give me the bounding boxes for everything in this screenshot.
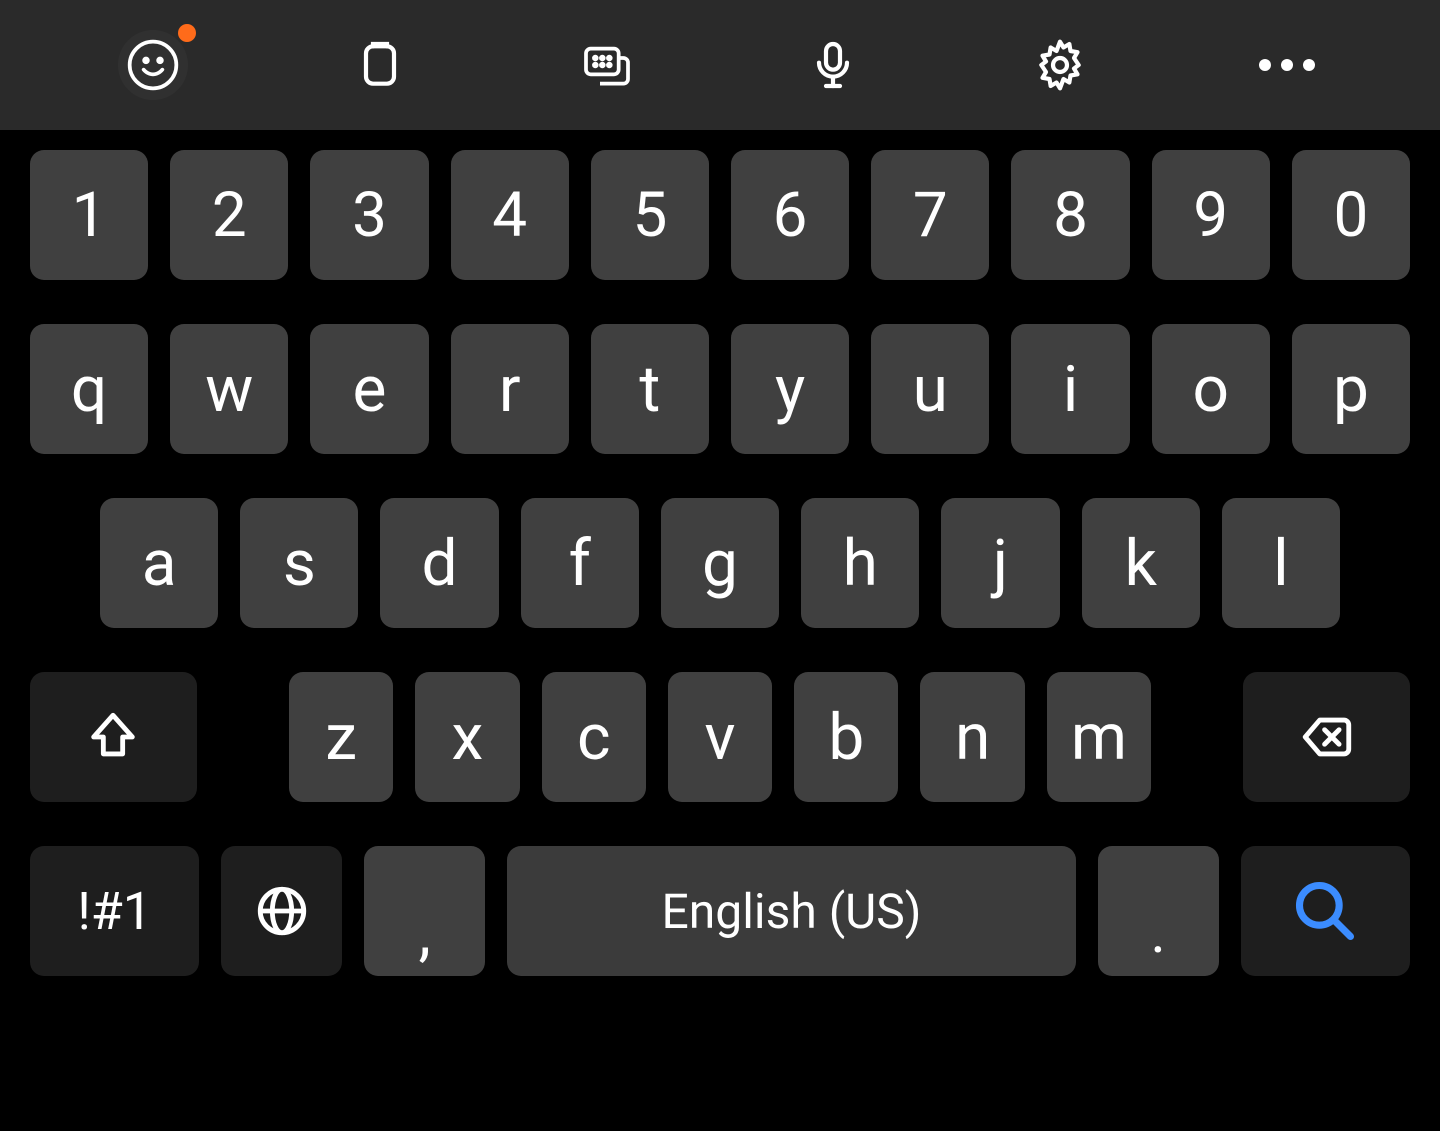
comma-key[interactable]: ,: [364, 846, 485, 976]
keyboard: 1 2 3 4 5 6 7 8 9 0 q w e r t y u i o p …: [0, 0, 1440, 1131]
key-1[interactable]: 1: [30, 150, 148, 280]
backspace-key[interactable]: [1243, 672, 1410, 802]
symbols-key[interactable]: !#1: [30, 846, 199, 976]
language-key[interactable]: [221, 846, 342, 976]
key-r[interactable]: r: [451, 324, 569, 454]
clipboard-icon: [352, 37, 408, 93]
key-f[interactable]: f: [521, 498, 639, 628]
emoji-button[interactable]: [118, 30, 188, 100]
key-n[interactable]: n: [920, 672, 1024, 802]
key-6[interactable]: 6: [731, 150, 849, 280]
keyboard-icon: [579, 37, 635, 93]
bottom-row: !#1 , English (US) .: [30, 846, 1410, 976]
qwerty-row: q w e r t y u i o p: [30, 324, 1410, 454]
key-e[interactable]: e: [310, 324, 428, 454]
key-t[interactable]: t: [591, 324, 709, 454]
key-v[interactable]: v: [668, 672, 772, 802]
voice-input-button[interactable]: [798, 30, 868, 100]
shift-key[interactable]: [30, 672, 197, 802]
key-a[interactable]: a: [100, 498, 218, 628]
keyboard-mode-button[interactable]: [572, 30, 642, 100]
key-w[interactable]: w: [170, 324, 288, 454]
key-9[interactable]: 9: [1152, 150, 1270, 280]
key-y[interactable]: y: [731, 324, 849, 454]
clipboard-button[interactable]: [345, 30, 415, 100]
key-0[interactable]: 0: [1292, 150, 1410, 280]
key-7[interactable]: 7: [871, 150, 989, 280]
backspace-icon: [1298, 708, 1356, 766]
gear-icon: [1032, 37, 1088, 93]
key-z[interactable]: z: [289, 672, 393, 802]
number-row: 1 2 3 4 5 6 7 8 9 0: [30, 150, 1410, 280]
key-l[interactable]: l: [1222, 498, 1340, 628]
globe-icon: [253, 882, 311, 940]
microphone-icon: [805, 37, 861, 93]
key-3[interactable]: 3: [310, 150, 428, 280]
zxcv-row: z x c v b n m: [30, 672, 1410, 802]
notification-dot-icon: [178, 24, 196, 42]
key-u[interactable]: u: [871, 324, 989, 454]
key-m[interactable]: m: [1047, 672, 1151, 802]
key-d[interactable]: d: [380, 498, 498, 628]
key-c[interactable]: c: [542, 672, 646, 802]
key-4[interactable]: 4: [451, 150, 569, 280]
key-2[interactable]: 2: [170, 150, 288, 280]
more-options-button[interactable]: [1252, 30, 1322, 100]
key-8[interactable]: 8: [1011, 150, 1129, 280]
key-q[interactable]: q: [30, 324, 148, 454]
asdf-row: a s d f g h j k l: [30, 498, 1410, 628]
period-key[interactable]: .: [1098, 846, 1219, 976]
key-x[interactable]: x: [415, 672, 519, 802]
search-icon: [1291, 877, 1359, 945]
smile-icon: [125, 37, 181, 93]
shift-icon: [84, 708, 142, 766]
key-k[interactable]: k: [1082, 498, 1200, 628]
key-p[interactable]: p: [1292, 324, 1410, 454]
settings-button[interactable]: [1025, 30, 1095, 100]
keys-area: 1 2 3 4 5 6 7 8 9 0 q w e r t y u i o p …: [0, 130, 1440, 1131]
more-horizontal-icon: [1259, 59, 1315, 71]
key-g[interactable]: g: [661, 498, 779, 628]
key-b[interactable]: b: [794, 672, 898, 802]
key-j[interactable]: j: [941, 498, 1059, 628]
key-s[interactable]: s: [240, 498, 358, 628]
space-key[interactable]: English (US): [507, 846, 1075, 976]
keyboard-toolbar: [0, 0, 1440, 130]
key-o[interactable]: o: [1152, 324, 1270, 454]
key-i[interactable]: i: [1011, 324, 1129, 454]
key-5[interactable]: 5: [591, 150, 709, 280]
search-key[interactable]: [1241, 846, 1410, 976]
key-h[interactable]: h: [801, 498, 919, 628]
